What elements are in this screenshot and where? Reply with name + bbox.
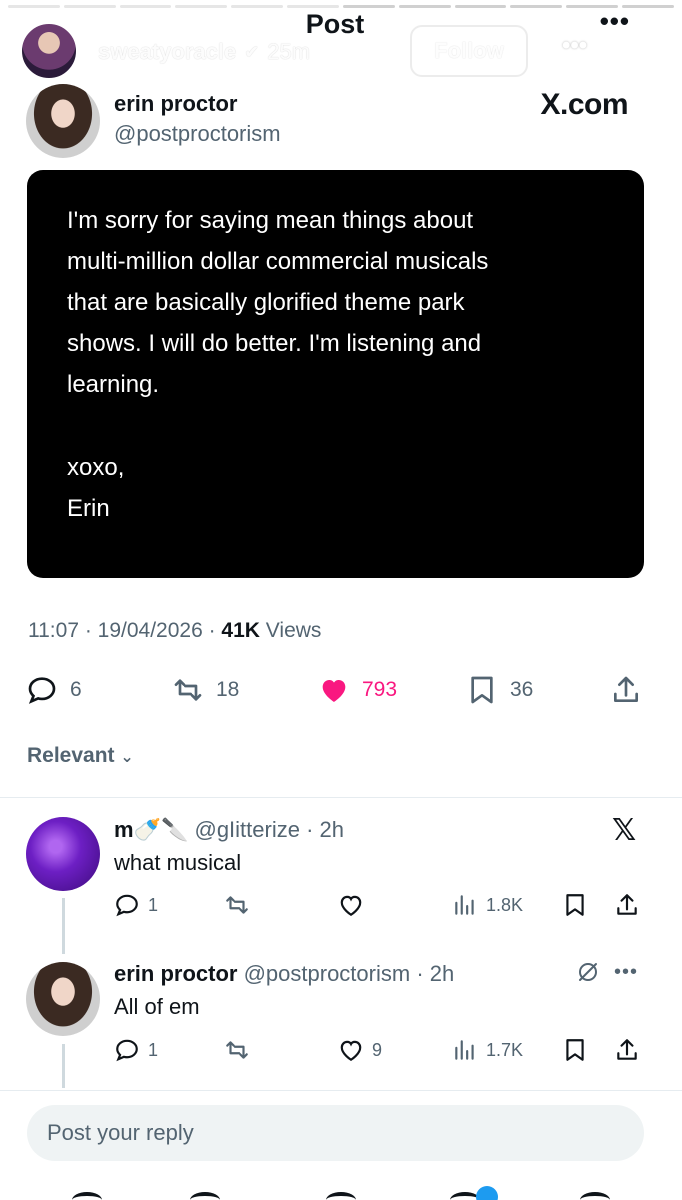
views-count: 1.7K — [486, 1039, 524, 1060]
share-icon — [617, 1039, 637, 1060]
author-avatar[interactable] — [26, 84, 100, 158]
chevron-down-icon: ⌄ — [120, 749, 134, 766]
divider — [0, 1090, 682, 1091]
reply-icon — [116, 894, 138, 917]
reply-action-bar: 1 9 1.7K — [114, 1035, 644, 1065]
views-button[interactable]: 1.7K — [452, 1035, 523, 1065]
reply-time: · 2h — [306, 817, 345, 842]
bookmark-button[interactable]: 36 — [466, 670, 533, 710]
reply-count: 6 — [70, 678, 82, 701]
reply-input[interactable]: Post your reply — [27, 1105, 644, 1161]
share-button[interactable] — [610, 670, 642, 710]
story-progress — [8, 5, 674, 8]
reply-count: 1 — [148, 894, 159, 915]
like-count: 793 — [362, 678, 398, 701]
sort-selector[interactable]: Relevant ⌄ — [27, 744, 134, 768]
bookmark-count: 36 — [510, 678, 534, 701]
like-count: 9 — [372, 1039, 383, 1060]
reply-avatar[interactable] — [26, 817, 100, 891]
bottom-nav — [0, 1178, 682, 1200]
post-body: I'm sorry for saying mean things about m… — [67, 207, 489, 398]
repost-icon — [226, 896, 248, 914]
share-button[interactable] — [614, 890, 640, 920]
heart-icon — [340, 895, 362, 917]
thread-line — [62, 898, 65, 954]
thread-line — [62, 1044, 65, 1088]
reply-author-name[interactable]: m🍼🔪 — [114, 817, 188, 842]
story-username[interactable]: sweatyoracle — [98, 39, 236, 65]
reply-author-name[interactable]: erin proctor — [114, 961, 237, 986]
reply-text: what musical — [114, 850, 242, 875]
top-more-icon[interactable]: ••• — [600, 6, 630, 37]
home-icon[interactable] — [72, 1192, 102, 1200]
bookmark-button[interactable] — [562, 1035, 588, 1065]
like-button[interactable] — [338, 890, 372, 920]
share-icon — [614, 676, 638, 702]
reply-text: All of em — [114, 994, 200, 1019]
grok-icon[interactable] — [576, 960, 600, 984]
reply-button[interactable]: 6 — [26, 670, 82, 710]
reply-button[interactable]: 1 — [114, 890, 158, 920]
follow-button[interactable]: Follow — [410, 25, 528, 77]
views-label: Views — [259, 619, 322, 642]
reply-icon — [28, 677, 56, 704]
reply-action-bar: 1 1.8K — [114, 890, 644, 920]
x-logo-icon: 𝕏 — [612, 814, 637, 847]
repost-icon — [174, 679, 202, 701]
divider — [0, 797, 682, 798]
share-icon — [617, 894, 637, 915]
reply-header: erin proctor @postproctorism · 2h — [114, 961, 454, 987]
views-icon — [455, 1040, 474, 1060]
story-user[interactable]: sweatyoracle ✔ 25m — [98, 39, 310, 65]
repost-button[interactable] — [224, 890, 250, 920]
reply-count: 1 — [148, 1039, 159, 1060]
like-button[interactable]: 793 — [318, 670, 397, 710]
views-count: 1.8K — [486, 894, 524, 915]
author-name[interactable]: erin proctor — [114, 91, 237, 117]
bookmark-icon — [471, 676, 493, 704]
bookmark-button[interactable] — [562, 890, 588, 920]
like-button[interactable]: 9 — [338, 1035, 382, 1065]
reply-time: · 2h — [416, 961, 455, 986]
views-icon — [455, 895, 474, 915]
reply-author-handle[interactable]: @gIitterize — [194, 817, 299, 842]
reply-avatar[interactable] — [26, 962, 100, 1036]
heart-icon — [322, 680, 346, 702]
post-action-bar: 6 18 793 36 — [26, 670, 646, 710]
reply-icon — [116, 1039, 138, 1062]
story-more-icon[interactable]: ••• — [562, 32, 587, 60]
story-avatar[interactable] — [20, 22, 78, 80]
repost-icon — [226, 1041, 248, 1059]
close-icon[interactable] — [630, 34, 666, 70]
bookmark-icon — [566, 1039, 584, 1061]
messages-icon[interactable] — [580, 1192, 610, 1200]
heart-icon — [340, 1040, 362, 1062]
grok-nav-icon[interactable] — [326, 1192, 356, 1200]
verified-icon: ✔ — [244, 41, 260, 62]
reply-header: m🍼🔪 @gIitterize · 2h — [114, 817, 344, 843]
repost-count: 18 — [216, 678, 240, 701]
x-logo-icon: X.com — [540, 88, 628, 121]
views-count: 41K — [221, 619, 260, 642]
author-handle[interactable]: @postproctorism — [114, 121, 281, 147]
views-button[interactable]: 1.8K — [452, 890, 523, 920]
reply-author-handle[interactable]: @postproctorism — [244, 961, 411, 986]
reply-placeholder: Post your reply — [47, 1120, 194, 1145]
search-icon[interactable] — [190, 1192, 220, 1200]
more-icon[interactable]: ••• — [614, 961, 638, 984]
post-text-card: I'm sorry for saying mean things about m… — [27, 170, 644, 578]
repost-button[interactable]: 18 — [172, 670, 239, 710]
story-time: 25m — [267, 39, 311, 64]
repost-button[interactable] — [224, 1035, 250, 1065]
bookmark-icon — [566, 894, 584, 916]
reply-button[interactable]: 1 — [114, 1035, 158, 1065]
share-button[interactable] — [614, 1035, 640, 1065]
sort-label: Relevant — [27, 744, 115, 767]
post-timestamp: 11:07 · 19/04/2026 · — [28, 619, 222, 642]
post-meta: 11:07 · 19/04/2026 · 41K Views — [28, 619, 321, 643]
post-signoff: xoxo, Erin — [67, 454, 125, 522]
